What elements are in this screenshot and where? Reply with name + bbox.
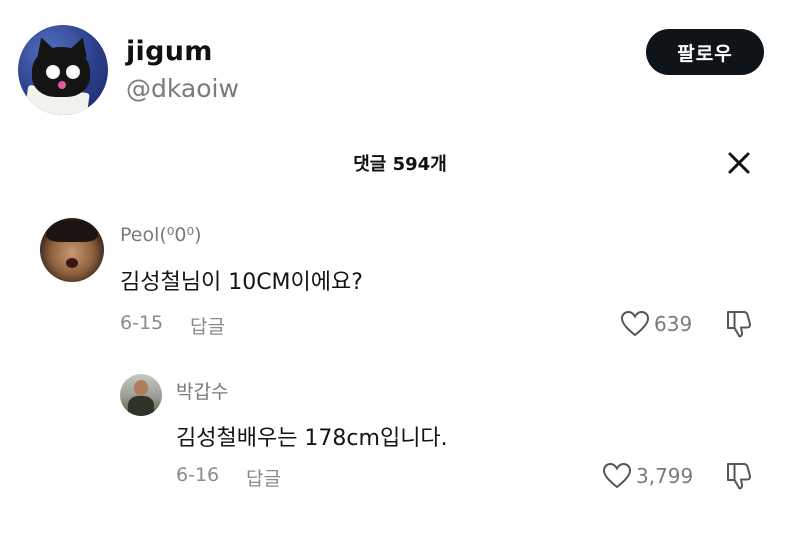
close-icon[interactable] [726,150,752,176]
avatar-hair [46,220,98,242]
reply-button[interactable]: 답글 [246,464,281,491]
heart-icon[interactable] [620,310,650,338]
like-count: 639 [654,312,693,336]
reply-avatar[interactable] [120,374,162,416]
follow-button[interactable]: 팔로우 [646,29,764,75]
comment-author[interactable]: Peol(⁰0⁰) [120,224,202,246]
avatar-head [134,380,148,396]
thumbs-down-icon[interactable] [722,308,754,340]
comment-date: 6-16 [176,464,220,486]
display-name[interactable]: jigum [126,36,213,67]
avatar-cat-head [32,47,90,97]
like-count: 3,799 [636,464,694,488]
comment-avatar[interactable] [40,218,104,282]
user-handle[interactable]: @dkaoiw [126,74,239,103]
comment-author[interactable]: 박갑수 [176,377,228,404]
comment-date: 6-15 [120,312,164,334]
heart-icon[interactable] [602,462,632,490]
avatar-cat-mouth [58,81,66,89]
thumbs-down-icon[interactable] [722,460,754,492]
profile-avatar[interactable] [18,25,108,115]
avatar-body [128,396,154,416]
comments-title: 댓글 594개 [353,154,447,175]
avatar-cat-eye [46,65,60,79]
reply-button[interactable]: 답글 [190,312,225,339]
comment-text: 김성철님이 10CM이에요? [120,270,363,295]
avatar-cat-eye [66,65,80,79]
comment-text: 김성철배우는 178cm입니다. [176,426,448,451]
avatar-mouth [66,258,78,268]
